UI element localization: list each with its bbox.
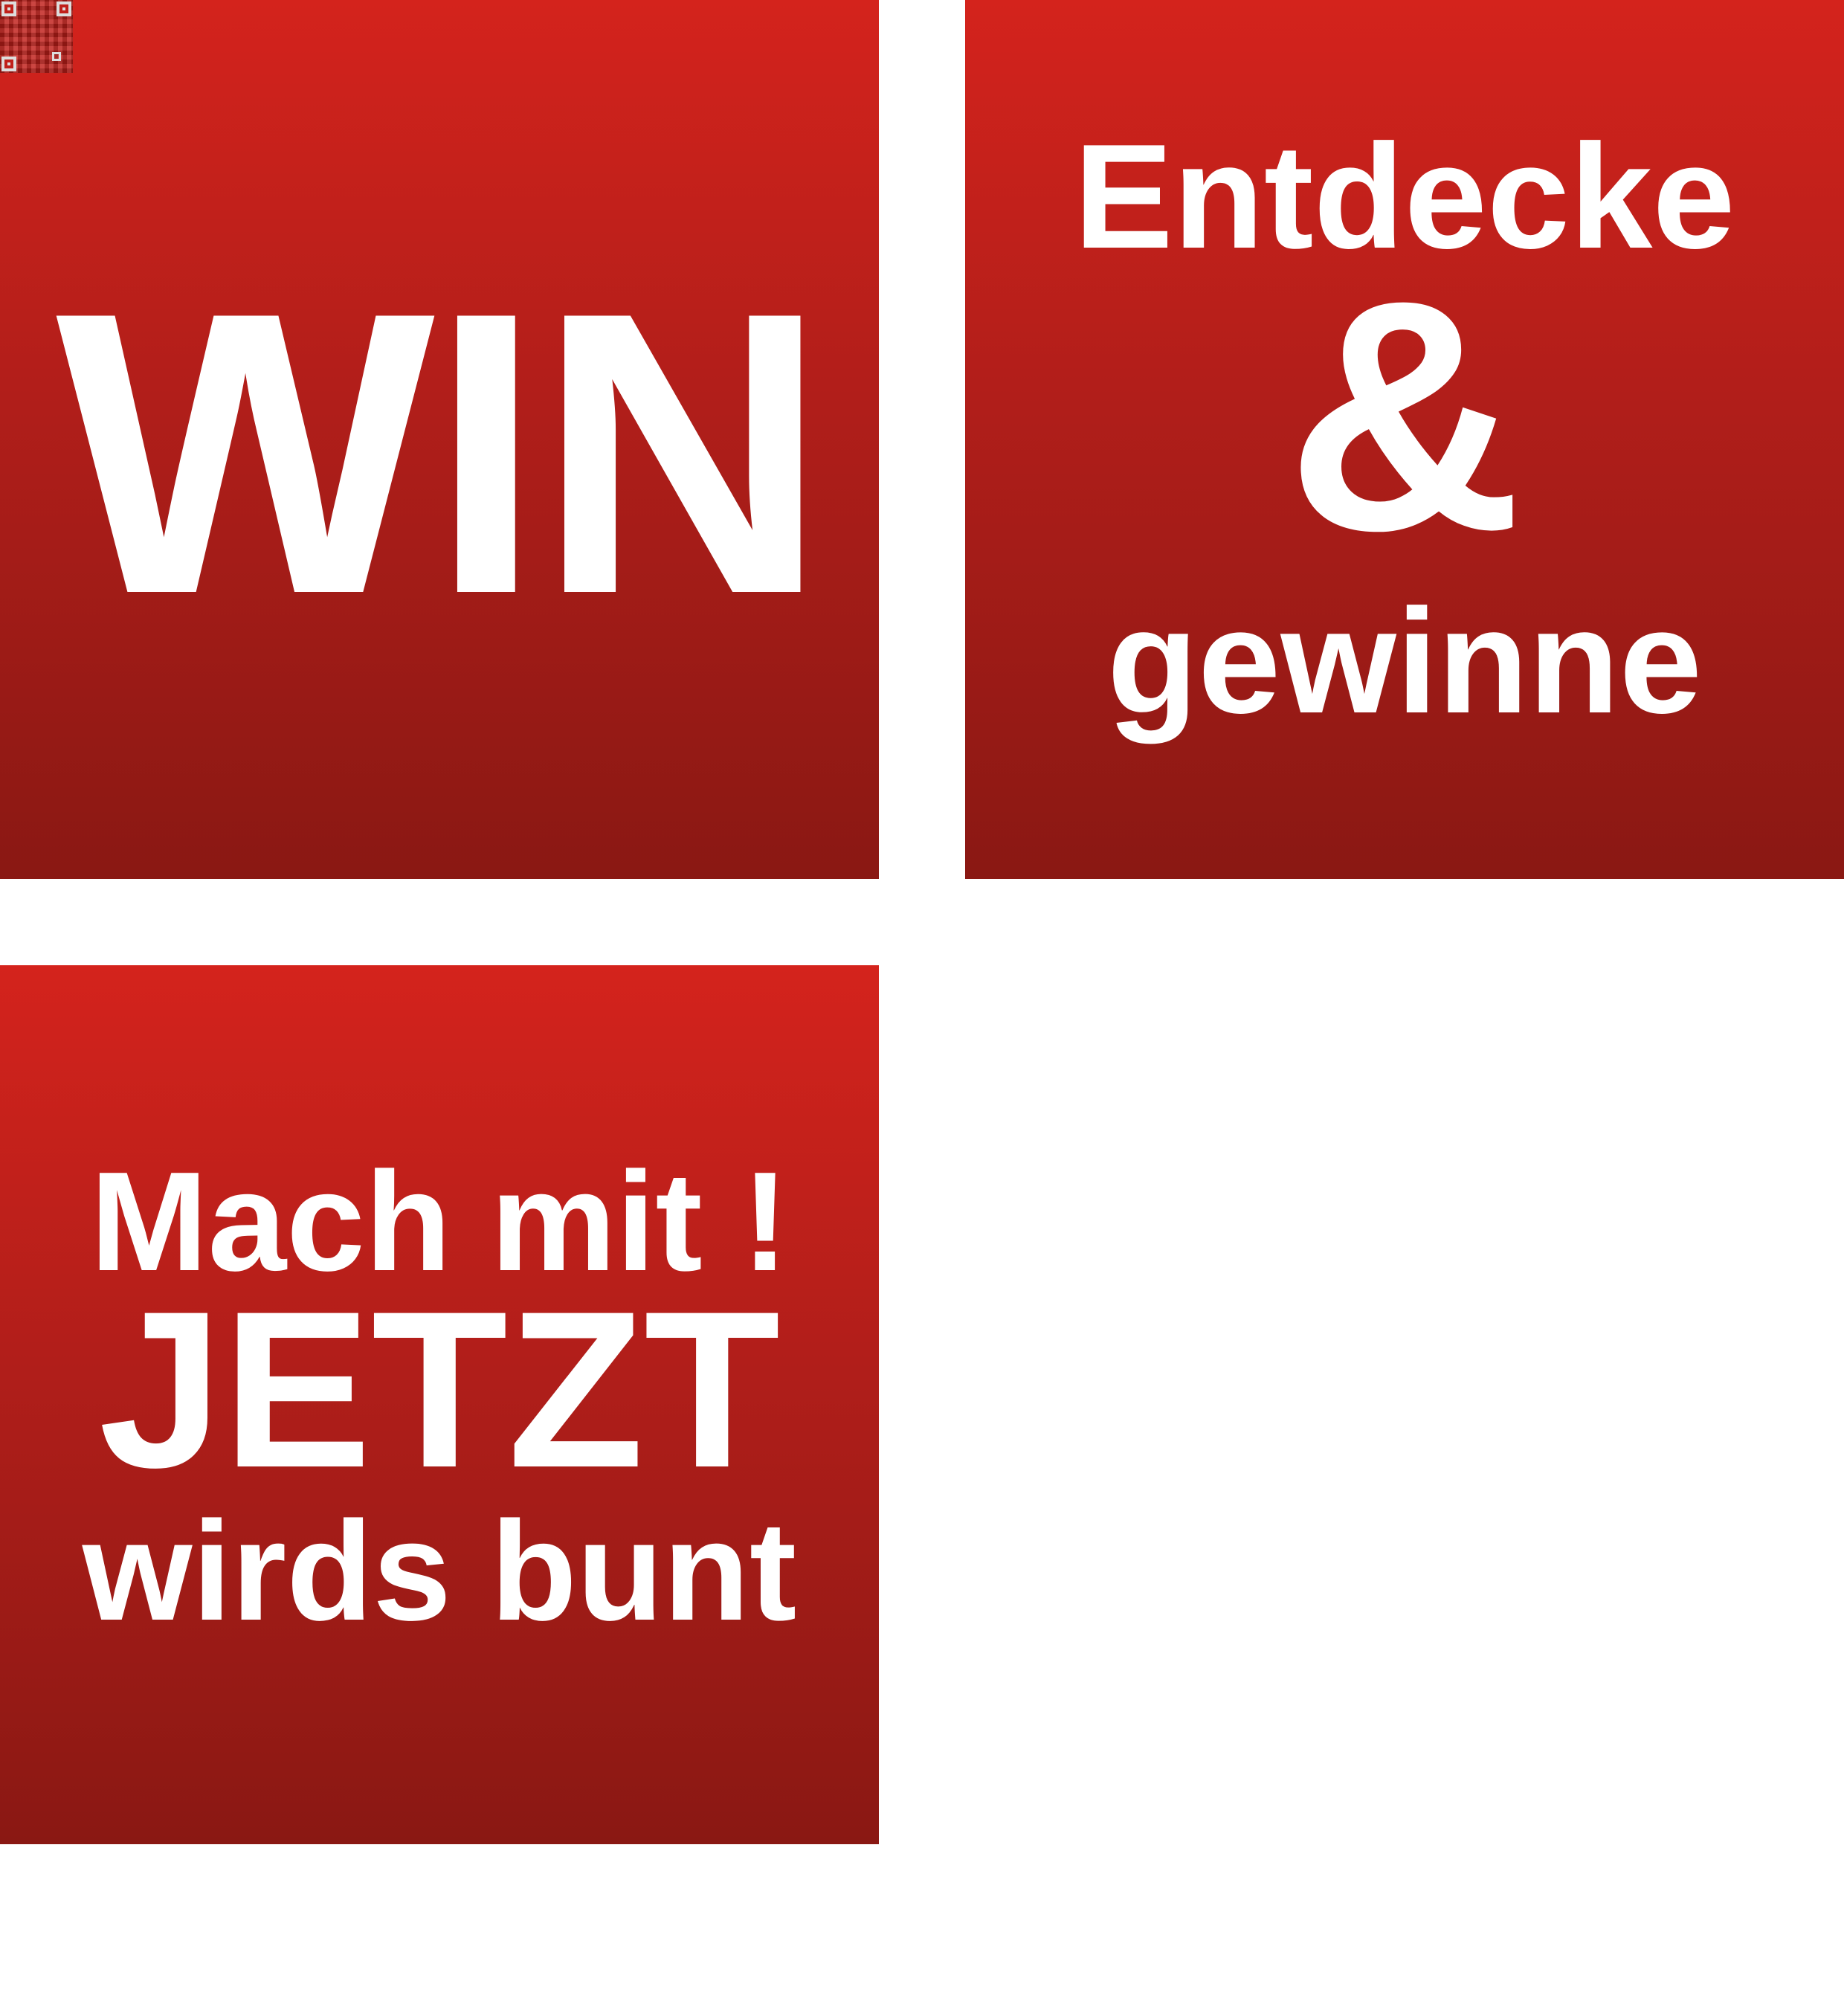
win-heading: WIN (56, 229, 828, 677)
win-tile: WIN (0, 0, 879, 879)
ampersand-glyph: & (1286, 234, 1523, 599)
mach-mit-tile: Mach mit ! JETZT wirds bunt (0, 965, 879, 1844)
gewinne-heading: gewinne (1106, 579, 1703, 744)
qr-finder-pattern (57, 1, 71, 16)
qr-finder-pattern (1, 1, 16, 16)
qr-finder-pattern (1, 57, 16, 71)
qr-code-icon (0, 0, 73, 73)
jetzt-heading: JETZT (98, 1264, 781, 1514)
qr-alignment-pattern (52, 52, 61, 61)
entdecke-gewinne-tile: Entdecke & gewinne (965, 0, 1844, 879)
wirds-bunt-heading: wirds bunt (82, 1492, 797, 1650)
